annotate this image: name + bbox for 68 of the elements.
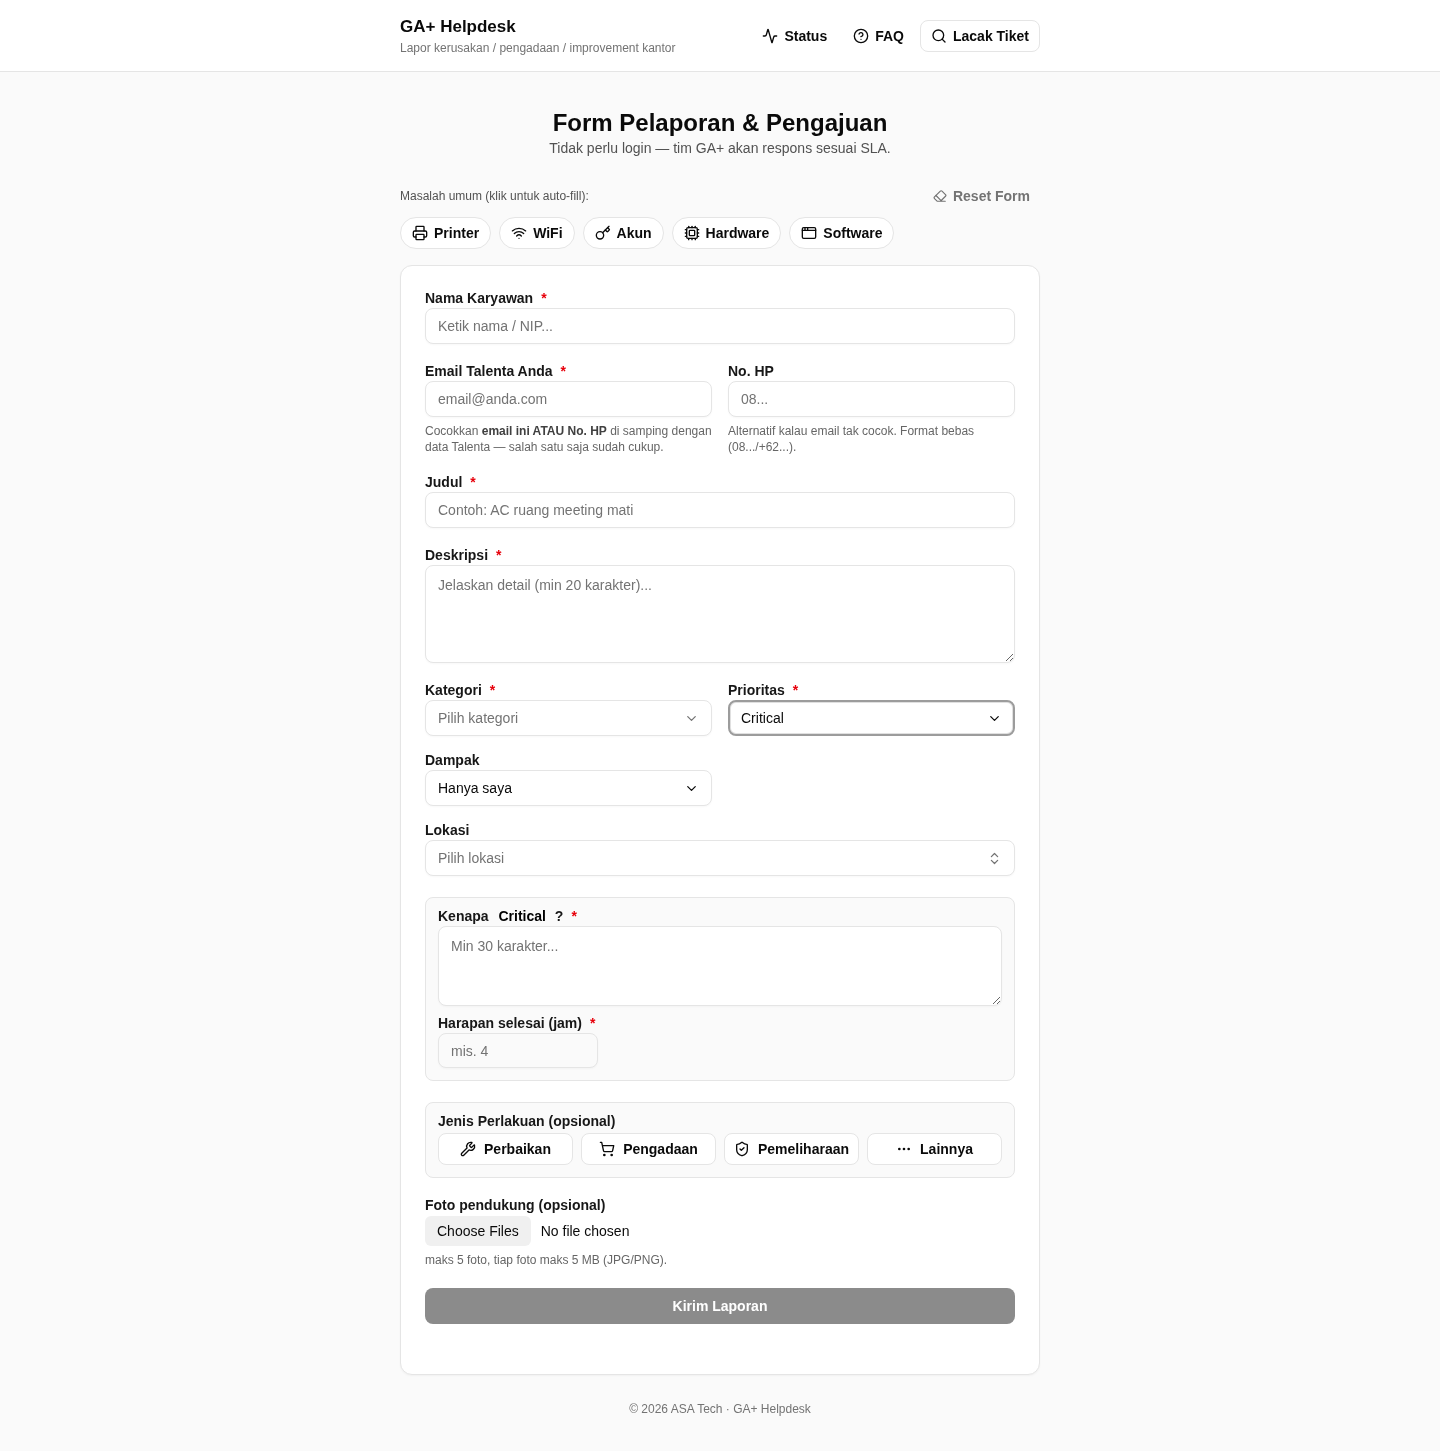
app-title: GA+ Helpdesk — [400, 15, 516, 38]
reason-textarea[interactable]: Min 30 karakter... — [438, 926, 1002, 1006]
treatment-option[interactable]: Perbaikan — [438, 1133, 573, 1165]
required-mark: * — [560, 363, 567, 379]
wrench-icon — [460, 1141, 477, 1157]
eraser-icon — [932, 189, 947, 203]
hours-input[interactable]: mis. 4 — [438, 1033, 598, 1068]
choose-files-button[interactable]: Choose Files — [425, 1216, 531, 1246]
app-subtitle: Lapor kerusakan / pengadaan / improvement kantor — [400, 39, 676, 56]
field-label: No. HP — [728, 363, 774, 379]
treatment-option[interactable]: Pengadaan — [581, 1133, 716, 1165]
help-icon — [853, 27, 870, 44]
reset-form-button[interactable]: Reset Form — [932, 186, 1040, 206]
track-ticket-button[interactable]: Lacak Tiket — [920, 19, 1040, 52]
issue-chip[interactable]: Printer — [400, 217, 492, 249]
wifi-icon — [511, 225, 528, 241]
field-label: Email Talenta Anda — [425, 363, 553, 379]
required-mark: * — [541, 290, 547, 306]
key-icon — [594, 225, 611, 241]
issue-chip[interactable]: Akun — [582, 217, 664, 249]
treatment-option[interactable]: Pemeliharaan — [724, 1133, 859, 1165]
phone-input[interactable]: 08... — [728, 381, 1015, 417]
email-input[interactable]: email@anda.com — [425, 381, 712, 417]
help-text: Alternatif kalau email tak cocok. Format bebas (08.../+62...). — [728, 423, 976, 455]
required-mark: * — [571, 908, 577, 924]
title-input[interactable]: Contoh: AC ruang meeting mati — [425, 492, 1015, 528]
activity-icon — [762, 27, 779, 44]
field-label: Kenapa Critical ? — [438, 908, 564, 924]
nav-link[interactable]: Status — [750, 19, 840, 52]
page-title: Form Pelaporan & Pengajuan — [552, 108, 888, 138]
field-label: Deskripsi — [425, 547, 489, 563]
search-icon — [931, 27, 947, 44]
issue-chip[interactable]: WiFi — [499, 217, 575, 249]
required-mark: * — [489, 682, 496, 698]
location-combobox[interactable]: Pilih lokasi — [425, 840, 1015, 876]
window-icon — [801, 225, 818, 241]
category-select[interactable]: Pilih kategori — [425, 700, 712, 736]
footer-text: © 2026 ASA Tech · GA+ Helpdesk — [629, 1401, 811, 1417]
required-mark: * — [792, 682, 799, 698]
field-label: Nama Karyawan — [425, 290, 534, 306]
file-status-text: No file chosen — [540, 1223, 630, 1239]
quick-fill-label: Masalah umum (klik untuk auto-fill): — [400, 188, 589, 204]
cpu-icon — [683, 225, 700, 241]
page-subtitle: Tidak perlu login — tim GA+ akan respons sesuai SLA. — [549, 139, 891, 158]
impact-select[interactable]: Hanya saya — [425, 770, 712, 806]
help-text: Cocokkan email ini ATAU No. HP di samping dengan data Talenta — salah satu saja sudah cukup. — [425, 423, 712, 455]
field-label: Harapan selesai (jam) — [438, 1015, 582, 1031]
treatment-option[interactable]: Lainnya — [867, 1133, 1002, 1165]
field-label: Dampak — [425, 752, 480, 768]
shield-check-icon — [733, 1141, 750, 1157]
field-label: Kategori — [425, 682, 482, 698]
printer-icon — [412, 225, 428, 241]
help-text: maks 5 foto, tiap foto maks 5 MB (JPG/PNG). — [425, 1252, 669, 1268]
required-mark: * — [496, 547, 502, 563]
required-mark: * — [589, 1015, 596, 1031]
issue-chip[interactable]: Software — [789, 217, 895, 249]
field-label: Judul — [425, 474, 463, 490]
priority-select[interactable]: Critical — [728, 700, 1015, 736]
description-textarea[interactable]: Jelaskan detail (min 20 karakter)... — [425, 565, 1015, 663]
required-mark: * — [470, 474, 476, 490]
field-label: Prioritas — [728, 682, 785, 698]
cart-icon — [599, 1141, 616, 1157]
name-input[interactable]: Ketik nama / NIP... — [425, 308, 1015, 344]
field-label: Jenis Perlakuan (opsional) — [438, 1113, 616, 1129]
field-label: Lokasi — [425, 822, 470, 838]
field-label: Foto pendukung (opsional) — [425, 1197, 606, 1213]
issue-chip[interactable]: Hardware — [671, 217, 782, 249]
nav-link[interactable]: FAQ — [841, 19, 916, 52]
